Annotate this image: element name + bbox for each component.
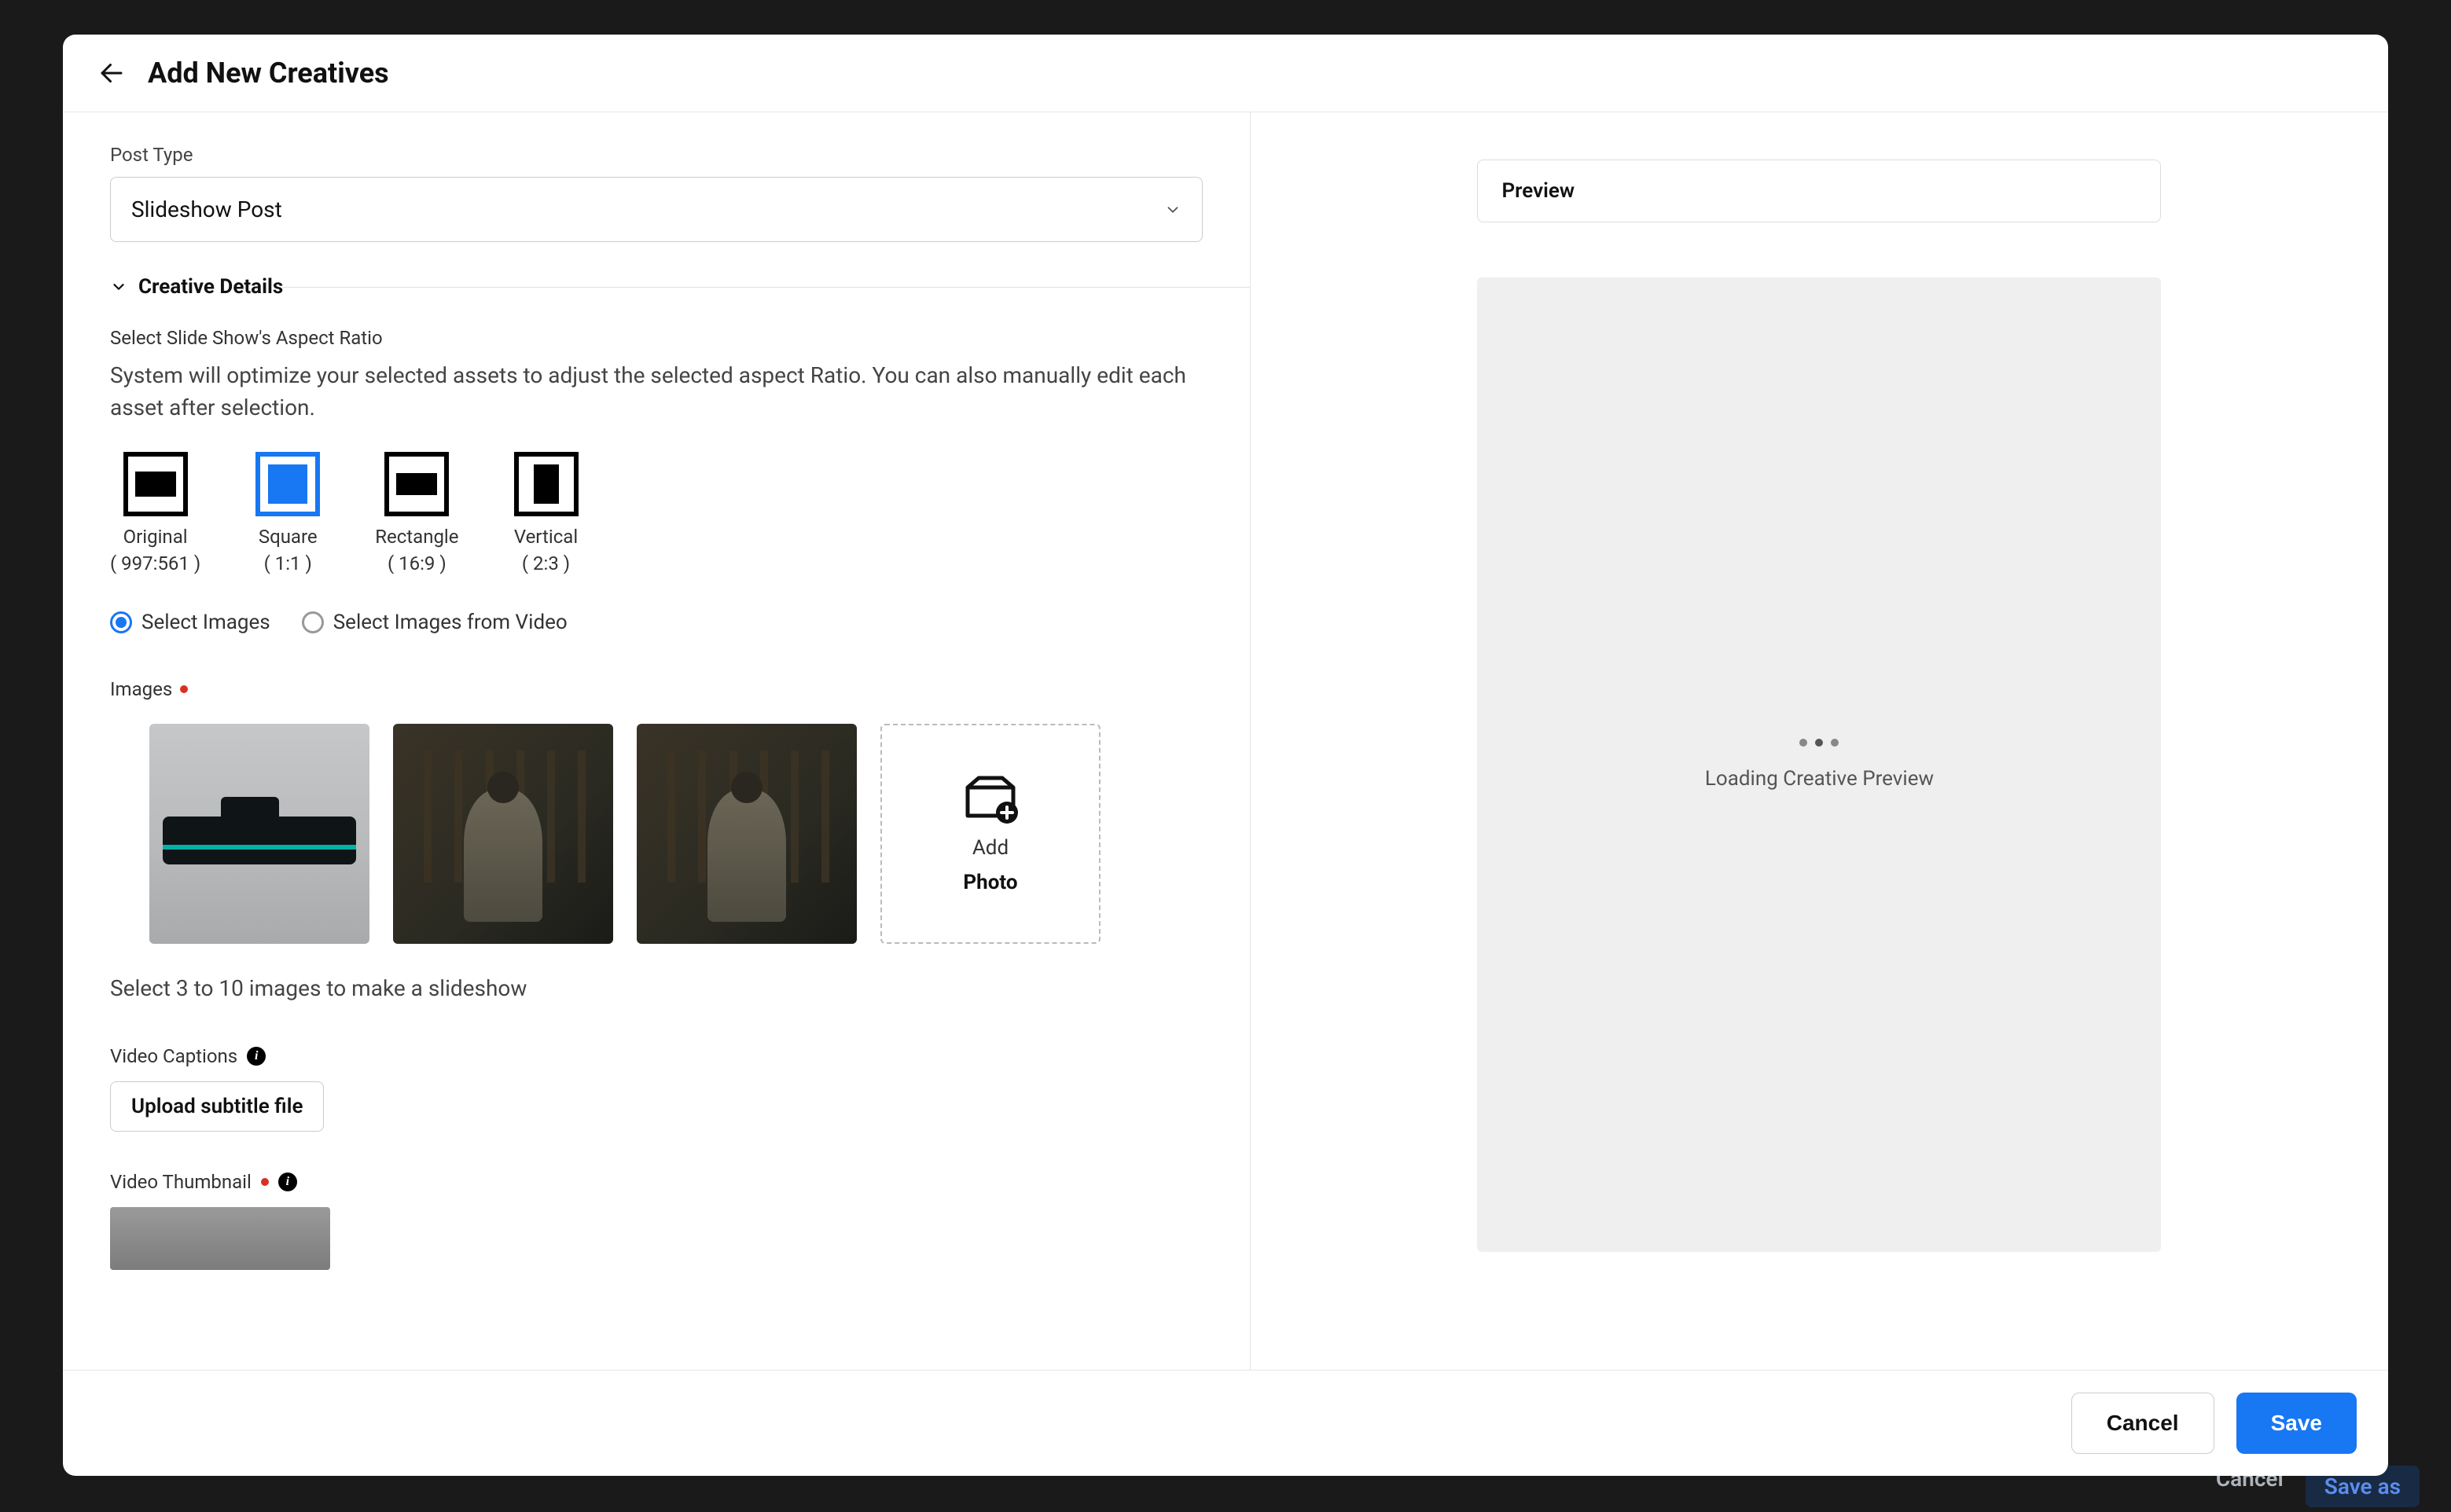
save-button[interactable]: Save	[2236, 1393, 2357, 1454]
video-captions-label: Video Captions	[110, 1045, 237, 1067]
preview-area: Loading Creative Preview	[1477, 277, 2161, 1252]
section-caret-icon	[110, 278, 127, 295]
add-photo-icon	[960, 773, 1021, 825]
images-thumbnail-row: Add Photo	[110, 724, 1203, 944]
aspect-ratio-row: Original ( 997:561 ) Square ( 1:1 ) Rect…	[110, 452, 1203, 574]
post-type-select[interactable]: Slideshow Post	[110, 177, 1203, 242]
info-icon[interactable]: i	[247, 1047, 266, 1066]
radio-select-images-from-video[interactable]: Select Images from Video	[302, 611, 568, 634]
aspect-original[interactable]: Original ( 997:561 )	[110, 452, 200, 574]
image-source-row: Select Images Select Images from Video	[110, 611, 1203, 634]
required-dot-icon	[180, 685, 188, 693]
add-creatives-modal: Add New Creatives Post Type Slideshow Po…	[63, 35, 2388, 1476]
video-thumbnail-label: Video Thumbnail	[110, 1171, 252, 1193]
images-hint: Select 3 to 10 images to make a slidesho…	[110, 975, 1203, 1001]
images-label: Images	[110, 678, 172, 700]
post-type-label: Post Type	[110, 144, 1203, 166]
upload-subtitle-button[interactable]: Upload subtitle file	[110, 1081, 324, 1132]
cancel-button[interactable]: Cancel	[2071, 1393, 2214, 1454]
video-thumbnail-label-row: Video Thumbnail i	[110, 1171, 1203, 1193]
aspect-ratio-label: Select Slide Show's Aspect Ratio	[110, 327, 1203, 349]
post-type-value: Slideshow Post	[131, 196, 282, 222]
left-panel: Post Type Slideshow Post Creative Detail…	[63, 112, 1251, 1370]
image-thumbnail-3[interactable]	[637, 724, 857, 944]
radio-select-images[interactable]: Select Images	[110, 611, 270, 634]
video-thumbnail-preview[interactable]	[110, 1207, 330, 1270]
add-photo-text-2: Photo	[963, 871, 1017, 894]
back-arrow-icon[interactable]	[97, 59, 126, 87]
add-photo-text-1: Add	[972, 836, 1009, 860]
aspect-rectangle[interactable]: Rectangle ( 16:9 )	[375, 452, 458, 574]
required-dot-icon	[261, 1178, 269, 1186]
modal-header: Add New Creatives	[63, 35, 2388, 112]
video-captions-label-row: Video Captions i	[110, 1045, 1203, 1067]
image-thumbnail-2[interactable]	[393, 724, 613, 944]
add-photo-button[interactable]: Add Photo	[880, 724, 1101, 944]
radio-icon	[302, 611, 324, 633]
aspect-square[interactable]: Square ( 1:1 )	[255, 452, 320, 574]
loading-text: Loading Creative Preview	[1705, 767, 1934, 791]
aspect-vertical[interactable]: Vertical ( 2:3 )	[514, 452, 579, 574]
preview-header-card: Preview	[1477, 160, 2161, 222]
chevron-down-icon	[1164, 201, 1181, 218]
aspect-ratio-help: System will optimize your selected asset…	[110, 360, 1195, 424]
image-thumbnail-1[interactable]	[149, 724, 369, 944]
info-icon[interactable]: i	[278, 1173, 297, 1191]
modal-footer: Cancel Save	[63, 1370, 2388, 1476]
modal-title: Add New Creatives	[148, 57, 389, 90]
creative-details-header[interactable]: Creative Details	[110, 275, 1203, 299]
radio-icon	[110, 611, 132, 633]
creative-details-title: Creative Details	[138, 275, 283, 299]
loading-dots-icon	[1799, 739, 1839, 747]
modal-body: Post Type Slideshow Post Creative Detail…	[63, 112, 2388, 1370]
images-label-row: Images	[110, 678, 1203, 700]
right-panel: Preview Loading Creative Preview	[1251, 112, 2388, 1370]
